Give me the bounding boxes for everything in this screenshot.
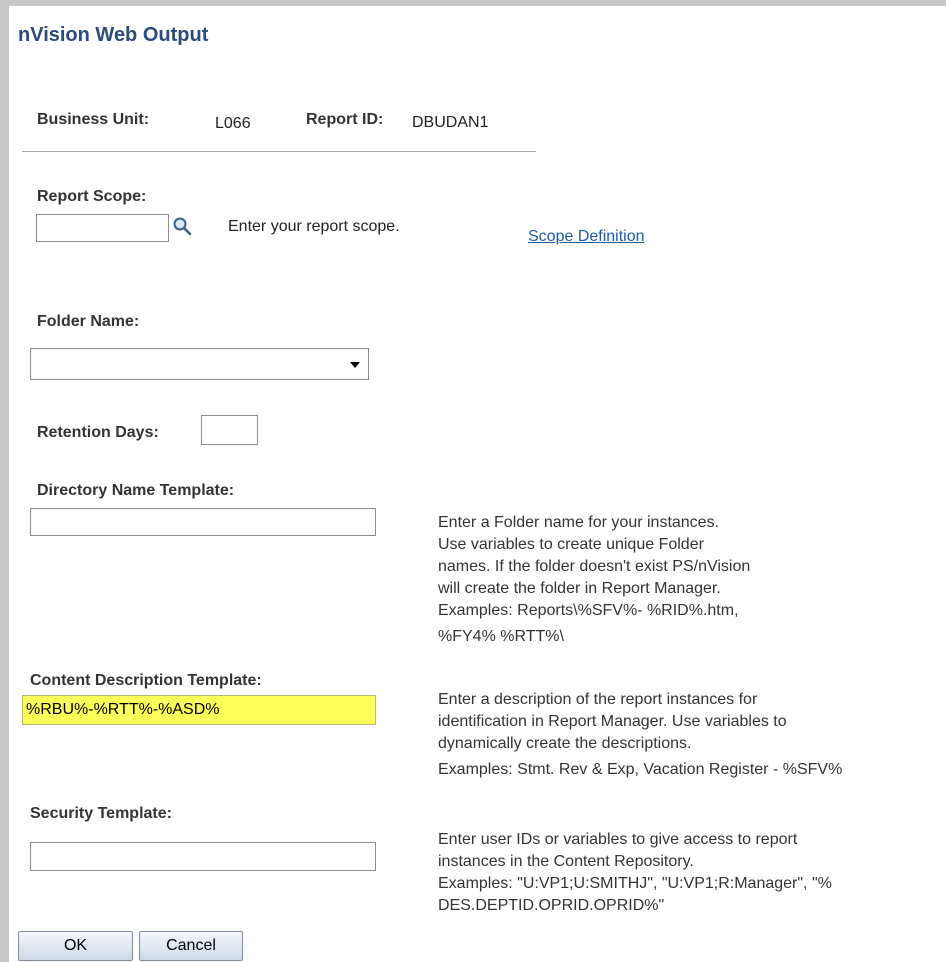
directory-template-help: Enter a Folder name for your instances. … <box>438 512 750 648</box>
header-divider <box>22 151 536 152</box>
content-description-input[interactable] <box>22 695 376 725</box>
help-line: Enter a Folder name for your instances. <box>438 514 720 531</box>
chevron-down-icon <box>350 362 360 368</box>
help-line: %FY4% %RTT%\ <box>438 628 564 645</box>
help-line: Enter user IDs or variables to give acce… <box>438 831 798 848</box>
directory-template-label: Directory Name Template: <box>37 482 235 499</box>
report-scope-hint: Enter your report scope. <box>228 218 400 235</box>
report-scope-input[interactable] <box>36 214 169 242</box>
business-unit-value: L066 <box>215 115 251 132</box>
security-template-input[interactable] <box>30 842 376 871</box>
security-template-help: Enter user IDs or variables to give acce… <box>438 829 832 917</box>
help-line: Enter a description of the report instan… <box>438 691 758 708</box>
directory-template-input[interactable] <box>30 508 376 536</box>
ok-button[interactable]: OK <box>18 931 133 961</box>
report-id-value: DBUDAN1 <box>412 114 489 131</box>
security-template-label: Security Template: <box>30 805 172 822</box>
help-line: instances in the Content Repository. <box>438 853 694 870</box>
report-id-label: Report ID: <box>306 111 384 128</box>
business-unit-label: Business Unit: <box>37 111 150 128</box>
retention-days-label: Retention Days: <box>37 424 159 441</box>
help-line: dynamically create the descriptions. <box>438 735 692 752</box>
retention-days-input[interactable] <box>201 415 258 445</box>
folder-name-select[interactable] <box>30 348 369 380</box>
content-description-label: Content Description Template: <box>30 672 262 689</box>
content-description-help: Enter a description of the report instan… <box>438 689 842 781</box>
folder-name-label: Folder Name: <box>37 313 140 330</box>
help-line: Use variables to create unique Folder <box>438 536 704 553</box>
window-left-border <box>0 0 9 962</box>
help-line: identification in Report Manager. Use va… <box>438 713 787 730</box>
window-top-border <box>0 0 946 6</box>
help-line: Examples: Reports\%SFV%- %RID%.htm, <box>438 602 739 619</box>
help-line: DES.DEPTID.OPRID.OPRID%" <box>438 897 665 914</box>
report-scope-label: Report Scope: <box>37 188 147 205</box>
help-line: will create the folder in Report Manager… <box>438 580 721 597</box>
help-line: names. If the folder doesn't exist PS/nV… <box>438 558 751 575</box>
magnifier-icon[interactable] <box>172 216 192 236</box>
cancel-button[interactable]: Cancel <box>139 931 243 961</box>
help-line: Examples: Stmt. Rev & Exp, Vacation Regi… <box>438 761 843 778</box>
help-line: Examples: "U:VP1;U:SMITHJ", "U:VP1;R:Man… <box>438 875 832 892</box>
scope-definition-link[interactable]: Scope Definition <box>528 228 645 246</box>
page-title: nVision Web Output <box>18 24 209 46</box>
